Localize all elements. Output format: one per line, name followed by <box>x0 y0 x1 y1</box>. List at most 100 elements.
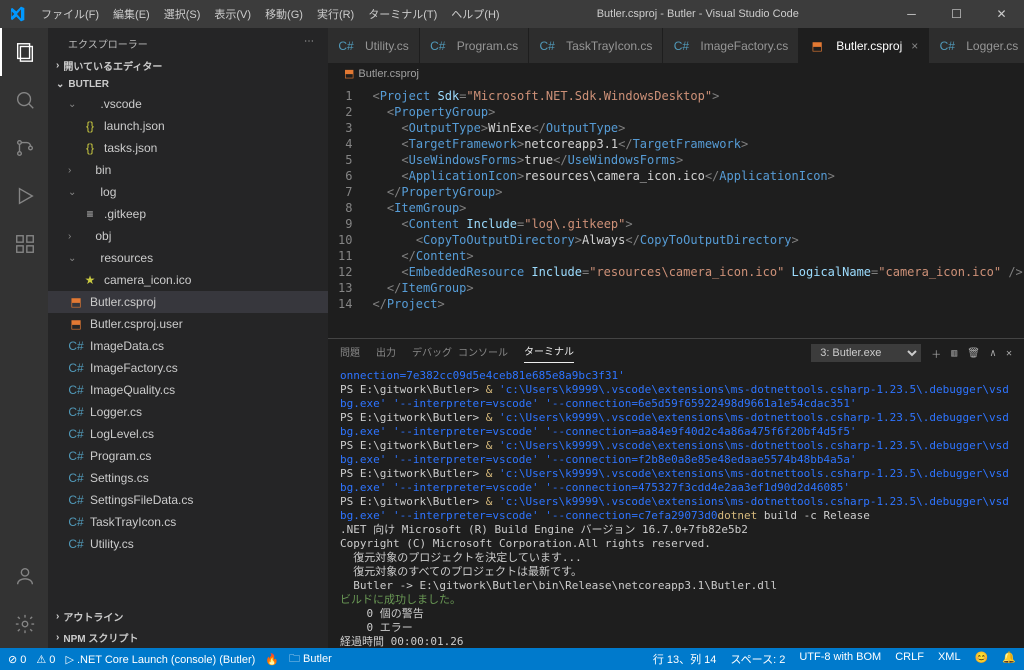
terminal-select[interactable]: 3: Butler.exe <box>811 344 921 362</box>
status-item[interactable]: 🗀 Butler <box>289 650 332 669</box>
split-terminal-icon[interactable]: ▥ <box>951 348 957 359</box>
tree-item-label: TaskTrayIcon.cs <box>90 515 176 529</box>
folder-icon <box>73 162 89 178</box>
explorer-header: エクスプローラー⋯ <box>48 28 328 55</box>
tree-item[interactable]: ⌄resources <box>48 247 328 269</box>
tree-item[interactable]: ≡.gitkeep <box>48 203 328 225</box>
tree-item-label: bin <box>95 163 111 177</box>
tree-item[interactable]: C#Logger.cs <box>48 401 328 423</box>
tree-item-label: resources <box>100 251 153 265</box>
accounts-icon[interactable] <box>0 552 48 600</box>
cs-icon: C# <box>673 38 689 54</box>
explorer-icon[interactable] <box>0 28 48 76</box>
status-item[interactable]: 😊 <box>975 651 989 667</box>
status-item[interactable]: UTF-8 with BOM <box>799 651 881 667</box>
folder-icon <box>78 96 94 112</box>
tree-item[interactable]: C#ImageFactory.cs <box>48 357 328 379</box>
tree-item[interactable]: {}tasks.json <box>48 137 328 159</box>
folder-icon <box>78 184 94 200</box>
tree-item[interactable]: ★camera_icon.ico <box>48 269 328 291</box>
tree-item[interactable]: ›obj <box>48 225 328 247</box>
tree-item-label: LogLevel.cs <box>90 427 154 441</box>
npm-scripts-section[interactable]: ›NPM スクリプト <box>48 627 328 648</box>
minimize-button[interactable]: ─ <box>889 0 934 28</box>
xml-icon: ⬒ <box>809 38 825 54</box>
close-tab-icon[interactable]: × <box>911 39 918 53</box>
editor-tab[interactable]: ⬒Butler.csproj× <box>799 28 929 63</box>
source-control-icon[interactable] <box>0 124 48 172</box>
menu-item[interactable]: 編集(E) <box>106 6 157 22</box>
code-editor[interactable]: 1234567891011121314 <Project Sdk="Micros… <box>328 84 1024 338</box>
maximize-panel-icon[interactable]: ∧ <box>990 348 996 359</box>
tree-item-label: .vscode <box>100 97 141 111</box>
panel-tab[interactable]: 問題 <box>340 344 360 363</box>
breadcrumb[interactable]: ⬒Butler.csproj <box>328 63 1024 84</box>
tree-item-label: Logger.cs <box>90 405 142 419</box>
editor-tab[interactable]: C#Program.cs <box>420 28 529 63</box>
outline-section[interactable]: ›アウトライン <box>48 606 328 627</box>
menu-item[interactable]: 選択(S) <box>157 6 208 22</box>
close-panel-icon[interactable]: ✕ <box>1006 348 1012 359</box>
tree-item[interactable]: C#Utility.cs <box>48 533 328 555</box>
tree-item[interactable]: {}launch.json <box>48 115 328 137</box>
panel-tab[interactable]: 出力 <box>376 344 396 363</box>
cs-icon: C# <box>338 38 354 54</box>
kill-terminal-icon[interactable]: 🗑 <box>967 348 980 359</box>
new-terminal-icon[interactable]: ＋ <box>931 346 941 361</box>
status-item[interactable]: スペース: 2 <box>730 651 785 667</box>
cs-icon: C# <box>68 338 84 354</box>
open-editors-section[interactable]: ›開いているエディター <box>48 55 328 76</box>
tree-item[interactable]: C#SettingsFileData.cs <box>48 489 328 511</box>
panel-tab[interactable]: ターミナル <box>524 343 574 363</box>
status-item[interactable]: 🔥 <box>265 650 279 669</box>
main-menu: ファイル(F)編集(E)選択(S)表示(V)移動(G)実行(R)ターミナル(T)… <box>34 6 507 22</box>
status-item[interactable]: XML <box>938 651 961 667</box>
extensions-icon[interactable] <box>0 220 48 268</box>
menu-item[interactable]: ターミナル(T) <box>361 6 444 22</box>
status-item[interactable]: CRLF <box>895 651 924 667</box>
tree-item[interactable]: ⬒Butler.csproj <box>48 291 328 313</box>
menu-item[interactable]: 実行(R) <box>310 6 361 22</box>
tree-item-label: log <box>100 185 116 199</box>
editor-tab[interactable]: C#TaskTrayIcon.cs <box>529 28 663 63</box>
tree-item[interactable]: ⌄.vscode <box>48 93 328 115</box>
editor-area: C#Utility.csC#Program.csC#TaskTrayIcon.c… <box>328 28 1024 648</box>
tree-item-label: ImageFactory.cs <box>90 361 178 375</box>
close-button[interactable]: ✕ <box>979 0 1024 28</box>
tree-item[interactable]: C#Settings.cs <box>48 467 328 489</box>
root-folder[interactable]: ⌄BUTLER <box>48 76 328 93</box>
status-item[interactable]: ⊘ 0 <box>8 650 26 669</box>
editor-tab[interactable]: C#Logger.cs <box>929 28 1024 63</box>
tree-item[interactable]: ⌄log <box>48 181 328 203</box>
search-icon[interactable] <box>0 76 48 124</box>
json-icon: {} <box>82 140 98 156</box>
status-item[interactable]: ▷ .NET Core Launch (console) (Butler) <box>65 650 255 669</box>
tree-item-label: .gitkeep <box>104 207 146 221</box>
terminal-output[interactable]: onnection=7e382cc09d5e4ceb81e685e8a9bc3f… <box>328 363 1024 648</box>
tree-item[interactable]: ⬒Butler.csproj.user <box>48 313 328 335</box>
status-item[interactable]: ⚠ 0 <box>36 650 55 669</box>
settings-gear-icon[interactable] <box>0 600 48 648</box>
tree-item[interactable]: C#ImageData.cs <box>48 335 328 357</box>
editor-tab[interactable]: C#ImageFactory.cs <box>663 28 799 63</box>
xml-icon: ⬒ <box>68 294 84 310</box>
menu-item[interactable]: 移動(G) <box>258 6 310 22</box>
menu-item[interactable]: ファイル(F) <box>34 6 106 22</box>
menu-item[interactable]: ヘルプ(H) <box>444 6 506 22</box>
maximize-button[interactable]: ☐ <box>934 0 979 28</box>
run-debug-icon[interactable] <box>0 172 48 220</box>
panel-tab[interactable]: デバッグ コンソール <box>412 344 508 363</box>
tree-item[interactable]: C#LogLevel.cs <box>48 423 328 445</box>
menu-item[interactable]: 表示(V) <box>207 6 258 22</box>
tree-item[interactable]: C#TaskTrayIcon.cs <box>48 511 328 533</box>
tree-item-label: launch.json <box>104 119 165 133</box>
tree-item-label: obj <box>95 229 111 243</box>
tree-item[interactable]: ›bin <box>48 159 328 181</box>
editor-tab[interactable]: C#Utility.cs <box>328 28 420 63</box>
status-item[interactable]: 行 13、列 14 <box>653 651 717 667</box>
tree-item-label: Butler.csproj.user <box>90 317 183 331</box>
tree-item[interactable]: C#Program.cs <box>48 445 328 467</box>
status-item[interactable]: 🔔 <box>1002 651 1016 667</box>
tree-item[interactable]: C#ImageQuality.cs <box>48 379 328 401</box>
more-icon[interactable]: ⋯ <box>304 36 314 51</box>
